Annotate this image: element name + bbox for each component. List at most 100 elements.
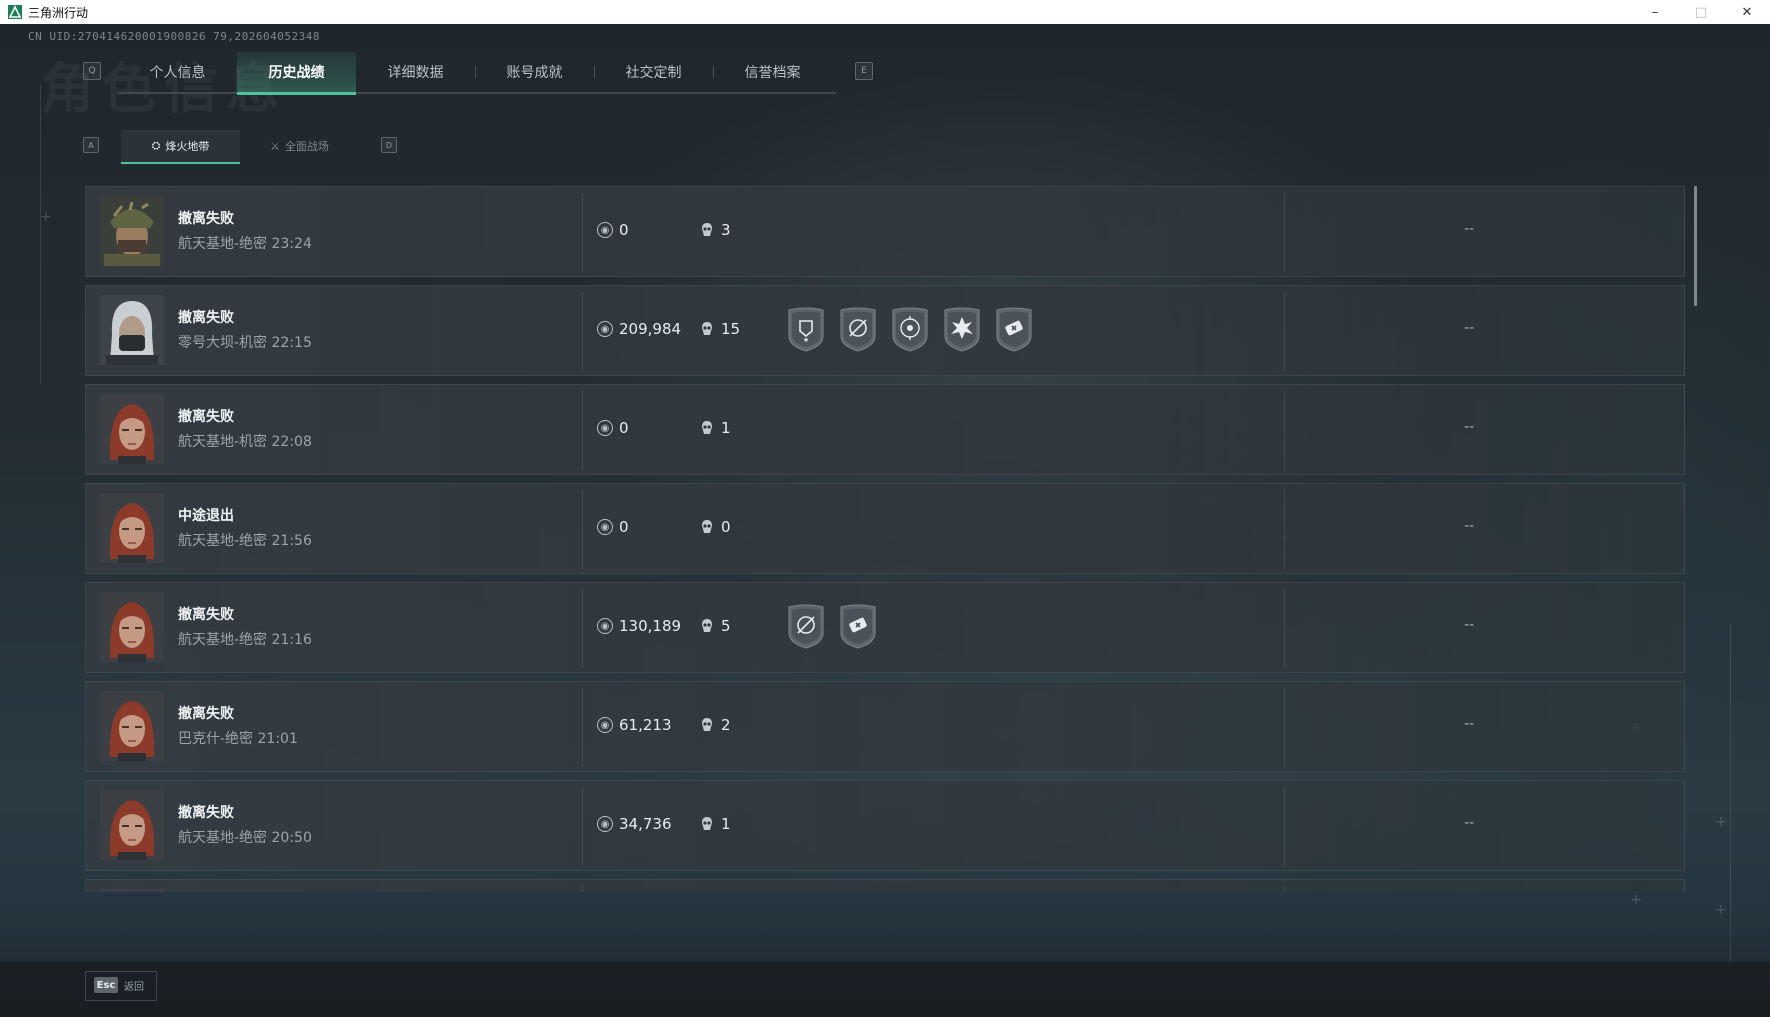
column-divider [582,292,583,371]
kill-count: 0 [699,518,731,536]
subtab-next-key[interactable]: D [381,137,397,153]
column-divider [582,787,583,866]
deco-line [40,84,41,384]
coin-icon: ◉ [597,816,613,832]
coin-icon: ◉ [597,222,613,238]
match-record-row[interactable]: 撤离失败航天基地-绝密 21:16 ◉ 130,189 5 -- [85,582,1685,673]
column-divider [1284,193,1285,272]
match-record-row[interactable]: 撤离失败 航天基地-绝密 20:50 ◉ 34,736 1 -- [85,780,1685,871]
loot-value-text: 0 [619,419,629,437]
loot-value-text: 130,189 [619,617,682,635]
extract-status: 撤离失败 [178,310,234,326]
coin-icon: ◉ [597,519,613,535]
kill-count-text: 0 [721,518,731,536]
match-record-row[interactable]: 撤离失败 零号大坝-机密 22:15 ◉ 209,984 15 ★ -- [85,285,1685,376]
match-record-row[interactable]: 撤离失败◉ [85,879,1685,892]
app-logo-icon [8,5,22,19]
deco-cross: + [1715,902,1727,918]
kill-count-text: 5 [721,617,731,635]
kill-count: 15 [699,320,740,338]
window-title-bar: 三角洲行动 – □ ✕ [0,0,1770,24]
map-and-time: 航天基地-绝密 21:56 [178,533,312,549]
warfare-icon: ⚔ [270,139,280,153]
loot-value: ◉ 0 [597,419,629,437]
subtab-warfare-label: 全面战场 [284,140,329,153]
extra-info: -- [1464,617,1475,633]
skull-icon [702,718,712,731]
list-scrollbar[interactable] [1694,186,1697,306]
tab-personal-info[interactable]: 个人信息 [118,52,237,92]
bottom-bar [0,962,1770,1017]
column-divider [1284,589,1285,668]
subtab-warfare[interactable]: ⚔ 全面战场 [240,130,359,162]
shield-star-badge-icon[interactable]: ★ [786,306,826,352]
coin-icon: ◉ [597,321,613,337]
skull-icon [702,421,712,434]
medic-badge-icon[interactable] [838,603,878,649]
window-title: 三角洲行动 [28,5,89,20]
close-button[interactable]: ✕ [1724,0,1770,24]
column-divider [582,391,583,470]
map-and-time: 航天基地-机密 22:08 [178,434,312,450]
tab-match-history[interactable]: 历史战绩 [237,52,356,95]
loot-value: ◉ 130,189 [597,617,681,635]
loot-value-text: 0 [619,221,629,239]
subtab-operations[interactable]: ⛭ 烽火地带 [121,130,240,164]
loot-value-text: 34,736 [619,815,672,833]
subtab-prev-key[interactable]: A [83,137,99,153]
coin-icon: ◉ [597,717,613,733]
coin-icon: ◉ [597,618,613,634]
extract-status: 撤离失败 [178,607,234,623]
skull-icon [702,619,712,632]
svg-text:★: ★ [803,336,809,344]
tab-next-key[interactable]: E [855,62,873,80]
column-divider [582,886,583,892]
column-divider [1284,292,1285,371]
kill-count-text: 2 [721,716,731,734]
operator-avatar [100,493,164,563]
medic-badge-icon[interactable] [994,306,1034,352]
map-and-time: 航天基地-绝密 21:16 [178,632,312,648]
minimize-button[interactable]: – [1632,0,1678,24]
match-record-row[interactable]: 中途退出 航天基地-绝密 21:56 ◉ 0 0 -- [85,483,1685,574]
kill-count: 5 [699,617,731,635]
tab-social-custom[interactable]: 社交定制 [594,52,713,92]
explosion-badge-icon[interactable] [942,306,982,352]
skull-icon [702,223,712,236]
tab-achievements[interactable]: 账号成就 [475,52,594,92]
tab-detailed-stats[interactable]: 详细数据 [356,52,475,92]
match-record-row[interactable]: 撤离失败 巴克什-绝密 21:01 ◉ 61,213 2 -- [85,681,1685,772]
deco-cross: + [1630,892,1642,908]
kill-count: 2 [699,716,731,734]
tab-credit-record[interactable]: 信誉档案 [713,52,832,92]
crosshair-badge-icon[interactable] [838,306,878,352]
extra-info: -- [1464,815,1475,831]
skull-icon [702,322,712,335]
extra-info: -- [1464,320,1475,336]
tab-prev-key[interactable]: Q [83,62,101,80]
match-record-row[interactable]: 撤离失败 航天基地-绝密 23:24 ◉ 0 3 -- [85,186,1685,277]
main-tab-bar: 个人信息 历史战绩 详细数据 账号成就 社交定制 信誉档案 [118,52,836,95]
kill-count-text: 1 [721,815,731,833]
achievement-badges [786,603,878,649]
crosshair-badge-icon[interactable] [786,603,826,649]
column-divider [582,688,583,767]
kill-count-text: 15 [721,320,741,338]
maximize-button[interactable]: □ [1678,0,1724,24]
map-and-time: 航天基地-绝密 20:50 [178,830,312,846]
loot-value-text: 61,213 [619,716,672,734]
sub-tab-bar: ⛭ 烽火地带 ⚔ 全面战场 [121,130,359,164]
match-record-row[interactable]: 撤离失败 航天基地-机密 22:08 ◉ 0 1 -- [85,384,1685,475]
extra-info: -- [1464,221,1475,237]
subtab-operations-label: 烽火地带 [165,140,210,153]
target-badge-icon[interactable] [890,306,930,352]
extract-status: 中途退出 [178,508,234,524]
extract-status: 撤离失败 [178,409,234,425]
kill-count-text: 3 [721,221,731,239]
player-uid: CN UID:270414620001900826 79,20260405234… [28,30,321,43]
coin-icon: ◉ [597,420,613,436]
column-divider [582,193,583,272]
skull-icon [702,817,712,830]
extra-info: -- [1464,419,1475,435]
column-divider [1284,787,1285,866]
